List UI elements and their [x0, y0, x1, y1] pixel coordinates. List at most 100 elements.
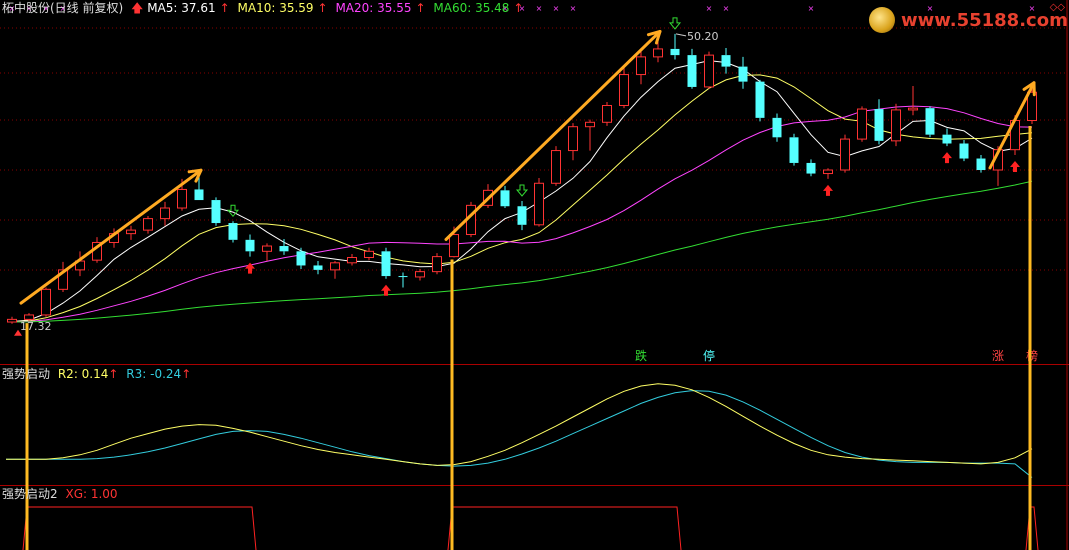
- candle-body: [908, 107, 918, 111]
- candle-body: [942, 134, 952, 144]
- candle: [279, 238, 289, 255]
- ma60-label: MA60: 35.48: [433, 1, 510, 15]
- price-marker: 跌: [635, 348, 647, 363]
- candle: [687, 48, 697, 89]
- candle: [313, 261, 323, 275]
- sell-arrow-icon: [226, 204, 240, 218]
- trend-arrow-shaft: [19, 168, 203, 305]
- ma5-label: MA5: 37.61: [147, 1, 216, 15]
- high-price-pointer: [675, 33, 687, 37]
- sell-arrow-icon: [668, 17, 682, 30]
- candle-body: [619, 74, 629, 106]
- candle: [891, 103, 901, 147]
- candle-body: [143, 218, 153, 231]
- xg-signal-outline: [22, 506, 257, 550]
- x-mark: ×: [706, 4, 713, 13]
- low-price-label: 17.32: [20, 320, 52, 333]
- candle: [262, 243, 272, 262]
- candle-body: [262, 245, 272, 252]
- candle: [636, 50, 646, 85]
- candle: [364, 247, 374, 261]
- high-price-label: 50.20: [687, 30, 719, 43]
- candle: [908, 86, 918, 116]
- candle: [296, 247, 306, 269]
- candle-body: [789, 137, 799, 163]
- candle-body: [330, 262, 340, 271]
- candle: [211, 197, 221, 226]
- r3-arrow-icon: ↑: [181, 367, 192, 381]
- corner-diamond-icons[interactable]: ◇◇: [1050, 2, 1065, 13]
- candle: [398, 272, 408, 288]
- candles: [7, 33, 1037, 324]
- buy-arrow-icon: [823, 184, 833, 196]
- x-mark: ×: [723, 4, 730, 13]
- candle-body: [211, 200, 221, 224]
- stock-chart[interactable]: ××××××××××××××××××××××××××××××××××××××××…: [0, 0, 1069, 550]
- candle-body: [670, 48, 680, 56]
- candle-body: [194, 189, 204, 201]
- candle-body: [177, 188, 187, 209]
- site-logo-icon: [869, 7, 895, 33]
- price-grid: [0, 27, 1065, 271]
- candle: [772, 113, 782, 142]
- candle-body: [228, 223, 238, 240]
- candle: [755, 79, 765, 122]
- trend-arrow-shaft: [988, 81, 1036, 170]
- ma20-label: MA20: 35.55: [335, 1, 412, 15]
- candle-body: [636, 56, 646, 76]
- candle: [959, 139, 969, 162]
- candle: [976, 154, 986, 173]
- stock-title: 柘中股份(日线 前复权): [2, 1, 124, 15]
- candle: [738, 56, 748, 89]
- candle: [41, 287, 51, 317]
- candle: [704, 51, 714, 89]
- ma10-arrow-icon: ↑: [317, 1, 328, 15]
- candle: [58, 261, 68, 292]
- candle-body: [738, 66, 748, 82]
- ma10-label: MA10: 35.59: [237, 1, 314, 15]
- candle: [7, 316, 17, 324]
- xg-signal-block: [1025, 506, 1039, 550]
- candle-body: [959, 143, 969, 159]
- x-mark: ×: [808, 4, 815, 13]
- candle-body: [704, 54, 714, 88]
- candle-body: [296, 251, 306, 266]
- candle: [942, 128, 952, 147]
- r3-line: [6, 390, 1033, 478]
- indicator1-name: 强势启动: [2, 367, 51, 381]
- candle-body: [398, 276, 408, 278]
- indicator2-header: 强势启动2 XG: 1.00: [2, 487, 122, 501]
- candle-body: [7, 318, 17, 323]
- buy-arrow-icon: [1010, 160, 1020, 172]
- candle-body: [585, 121, 595, 128]
- xg-signal-outline: [1025, 506, 1039, 550]
- candle-body: [432, 256, 442, 273]
- sell-arrow-icon: [515, 184, 529, 197]
- candle: [840, 134, 850, 173]
- watermark: www.55188.com: [869, 6, 1068, 36]
- candle: [126, 225, 136, 240]
- candle: [789, 133, 799, 166]
- candle-body: [126, 229, 136, 235]
- trend-arrow: [19, 168, 203, 305]
- candle-body: [755, 81, 765, 118]
- candle-body: [160, 207, 170, 220]
- candle-body: [925, 108, 935, 135]
- candle-body: [1027, 91, 1037, 122]
- price-marker: 涨: [992, 348, 1004, 363]
- candle: [857, 106, 867, 142]
- x-mark: ×: [570, 4, 577, 13]
- candle: [517, 200, 527, 231]
- candle: [585, 119, 595, 151]
- candle: [381, 247, 391, 279]
- candle-body: [347, 257, 357, 264]
- trend-arrow: [988, 81, 1036, 170]
- r2-label: R2: 0.14: [57, 367, 109, 381]
- xg-signal-block: [22, 506, 257, 550]
- xg-label: XG: 1.00: [65, 487, 118, 501]
- candle-body: [41, 288, 51, 316]
- x-mark: ×: [553, 4, 560, 13]
- candle: [245, 234, 255, 257]
- candle: [347, 253, 357, 266]
- candle-body: [517, 206, 527, 225]
